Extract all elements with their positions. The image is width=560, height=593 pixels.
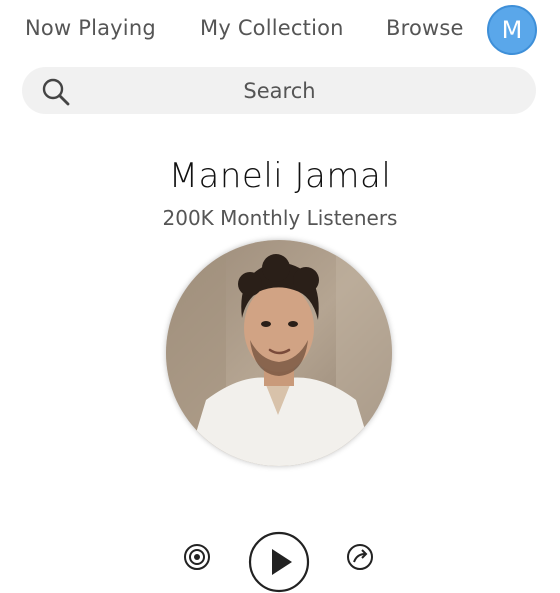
search-input[interactable] [82,67,477,114]
radio-icon[interactable] [182,542,212,572]
avatar-initial: M [501,16,523,44]
share-icon[interactable] [345,542,375,572]
nav-my-collection[interactable]: My Collection [200,16,344,40]
playback-controls [0,528,560,593]
play-icon[interactable] [248,531,310,593]
user-avatar[interactable]: M [487,5,537,55]
artist-name: Maneli Jamal [168,156,392,196]
top-nav: Now Playing My Collection Browse M [0,0,560,62]
monthly-listeners: 200K Monthly Listeners [162,206,398,230]
search-icon[interactable] [41,77,71,107]
artist-photo [166,240,392,466]
nav-browse[interactable]: Browse [386,16,464,40]
nav-now-playing[interactable]: Now Playing [25,16,156,40]
search-bar[interactable] [22,67,536,114]
